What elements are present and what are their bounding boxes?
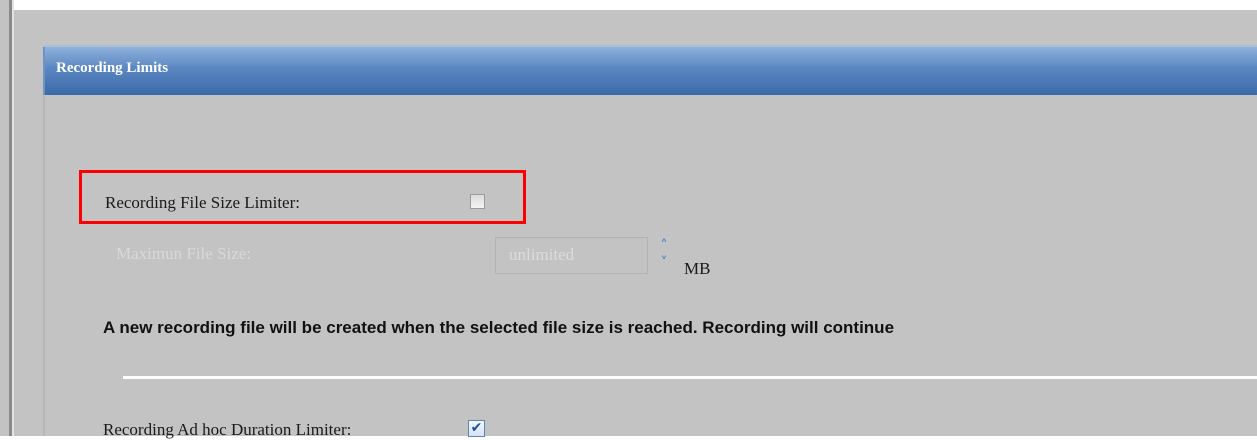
max-file-size-spinner[interactable]: ˄ ˅ (650, 237, 678, 273)
max-file-size-label: Maximun File Size: (116, 244, 252, 263)
spin-down-icon[interactable]: ˅ (654, 255, 674, 271)
settings-page: Recording Limits Recording File Size Lim… (0, 0, 1257, 439)
file-size-notice: A new recording file will be created whe… (103, 318, 895, 337)
file-size-limiter-checkbox[interactable] (470, 194, 485, 209)
max-file-size-input[interactable]: unlimited (495, 237, 648, 274)
spin-up-icon[interactable]: ˄ (654, 238, 674, 254)
adhoc-duration-limiter-label: Recording Ad hoc Duration Limiter: (103, 420, 352, 439)
panel-left-edge (43, 95, 45, 436)
file-size-unit: MB (684, 259, 711, 278)
file-size-limiter-label: Recording File Size Limiter: (105, 193, 300, 212)
panel-title: Recording Limits (56, 60, 169, 76)
adhoc-duration-limiter-checkbox[interactable]: ✔ (468, 420, 485, 437)
top-strip (12, 0, 1257, 10)
section-divider (123, 376, 1257, 379)
left-rail-highlight (12, 0, 14, 436)
recording-limits-header: Recording Limits (43, 47, 1257, 95)
